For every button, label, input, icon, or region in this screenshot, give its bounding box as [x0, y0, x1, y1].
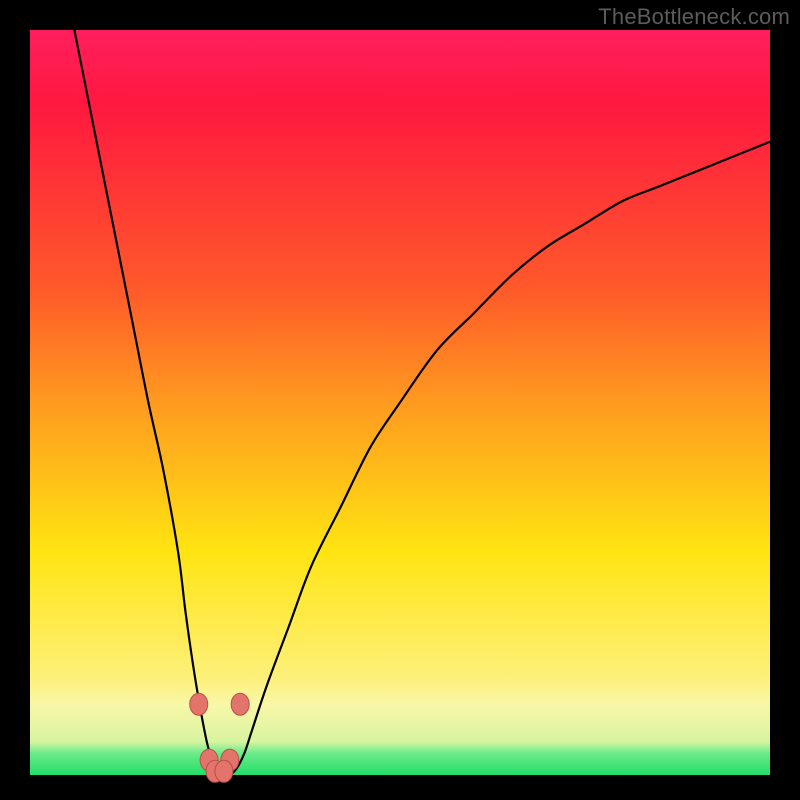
curve-bead: [215, 760, 233, 782]
curve-bead: [231, 693, 249, 715]
bottleneck-chart: [0, 0, 800, 800]
curve-bead: [190, 693, 208, 715]
chart-frame: TheBottleneck.com: [0, 0, 800, 800]
watermark-text: TheBottleneck.com: [598, 4, 790, 30]
